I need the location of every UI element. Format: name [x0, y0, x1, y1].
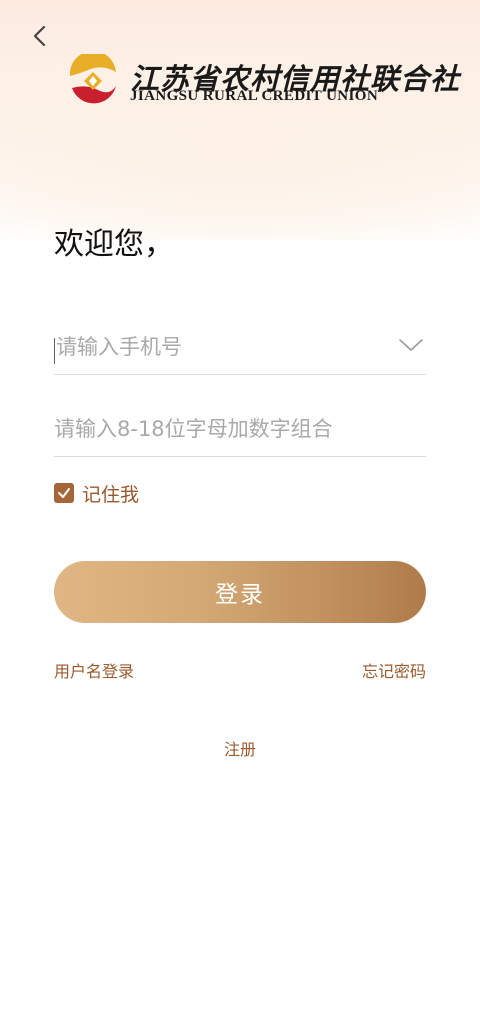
remember-me-label: 记住我 — [82, 483, 140, 506]
login-button[interactable]: 登录 — [54, 561, 426, 623]
phone-input[interactable] — [54, 322, 386, 372]
username-login-link[interactable]: 用户名登录 — [54, 658, 134, 682]
remember-me-checkbox[interactable]: 记住我 — [54, 481, 140, 506]
welcome-heading: 欢迎您， — [54, 227, 174, 262]
register-link[interactable]: 注册 — [0, 736, 480, 760]
back-button[interactable] — [26, 22, 54, 50]
chevron-left-icon — [33, 25, 46, 47]
password-field — [54, 404, 426, 457]
password-input[interactable] — [54, 404, 384, 454]
phone-field — [54, 322, 426, 375]
logo-english-name: JIANGSU RURAL CREDIT UNION — [130, 88, 379, 104]
logo-mark-icon — [69, 54, 116, 104]
checkmark-icon — [58, 488, 70, 498]
header-background — [0, 0, 480, 240]
chevron-down-icon[interactable] — [398, 332, 424, 358]
forgot-password-link[interactable]: 忘记密码 — [362, 658, 426, 682]
checkbox-checked — [54, 483, 74, 503]
logo: 江苏省农村信用社联合社 JIANGSU RURAL CREDIT UNION — [66, 52, 459, 112]
